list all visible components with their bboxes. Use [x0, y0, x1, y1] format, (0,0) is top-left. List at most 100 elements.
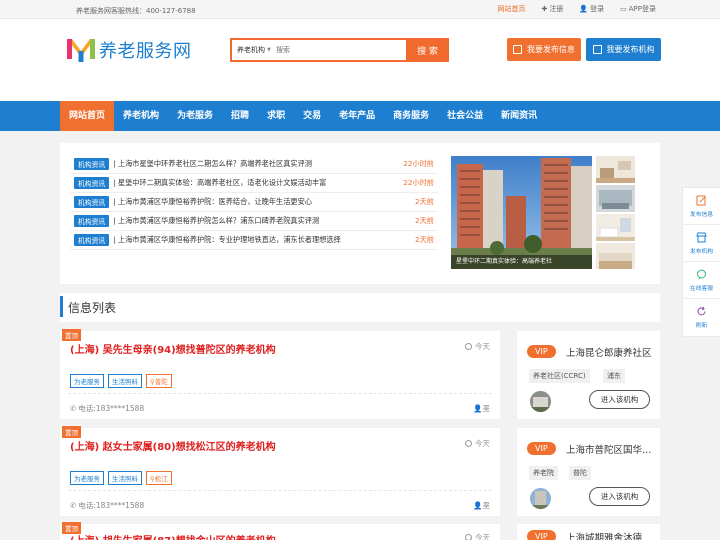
search-input[interactable] [276, 41, 394, 59]
listing-title[interactable]: (上海) 胡先生家属(87)想找金山区的养老机构 [70, 532, 276, 540]
hotline-text: 养老服务网客服热线：400-127-6788 [76, 7, 196, 15]
vip-org-card[interactable]: VIP 上海城期雅舍沐德 [517, 524, 660, 540]
pinned-badge: 置顶 [62, 329, 81, 341]
listing-card[interactable]: 置顶 (上海) 胡先生家属(87)想找金山区的养老机构 今天 [60, 522, 500, 540]
news-time: 22小时前 [403, 178, 434, 187]
search-bar: 养老机构 ▼ 搜 索 [230, 38, 449, 62]
info-list-header: 信息列表 [60, 293, 660, 322]
news-time: 2天前 [415, 235, 434, 244]
org-tag: 养老院 [529, 466, 558, 480]
gallery-thumb[interactable] [596, 185, 635, 212]
sidefloat-online-service[interactable]: 在线客服 [683, 262, 720, 299]
news-tag: 机构资讯 [74, 158, 110, 170]
search-category-select[interactable]: 养老机构 ▼ [232, 45, 276, 55]
listing-title[interactable]: (上海) 赵女士家属(80)想找松江区的养老机构 [70, 438, 276, 453]
nav-item-welfare[interactable]: 社会公益 [438, 101, 492, 131]
section-title: 信息列表 [68, 301, 117, 315]
top-links: 网站首页 ✚ 注册 👤 登录 ▭ APP登录 [498, 4, 656, 14]
news-item[interactable]: 机构资讯 | 上海市黄浦区华康恒裕养护院：医养结合，让晚年生活更安心 2天前 [70, 193, 438, 212]
vip-badge: VIP [527, 530, 556, 540]
news-time: 22小时前 [403, 159, 434, 168]
plus-icon: ✚ [541, 5, 548, 13]
gallery-thumb[interactable] [596, 243, 635, 269]
site-logo[interactable]: 养老服务网 [66, 37, 192, 63]
news-item[interactable]: 机构资讯 | 上海市星堡中环养老社区二期怎么样？高端养老社区真实评测 22小时前 [70, 155, 438, 174]
nav-item-business[interactable]: 商务服务 [384, 101, 438, 131]
publish-org-button[interactable]: 我要发布机构 [586, 38, 661, 61]
org-name[interactable]: 上海市普陀区国华… [566, 442, 652, 456]
logo-text: 养老服务网 [99, 41, 192, 62]
news-item[interactable]: 机构资讯 | 上海市黄浦区华康恒裕养护院：专业护理地铁直达，浦东长者理想选择 2… [70, 231, 438, 250]
vip-org-card[interactable]: VIP 上海昆仑郎康养社区 养老社区(CCRC) 浦东 进入该机构 [517, 331, 660, 419]
org-photo [530, 391, 551, 412]
top-link-app-login[interactable]: ▭ APP登录 [620, 4, 656, 14]
publish-info-label: 我要发布信息 [527, 45, 575, 54]
photo-caption: 星堡中环二期真实体验：高端养老社 [451, 255, 592, 269]
vip-org-card[interactable]: VIP 上海市普陀区国华… 养老院 普陀 进入该机构 [517, 428, 660, 516]
gallery-thumb[interactable] [596, 156, 635, 183]
gallery-thumb[interactable] [596, 214, 635, 241]
enter-org-button[interactable]: 进入该机构 [589, 390, 650, 409]
main-nav: 网站首页 养老机构 为老服务 招聘 求职 交易 老年产品 商务服务 社会公益 新… [0, 101, 720, 131]
phone-icon: ✆ [70, 501, 77, 510]
pinned-badge: 置顶 [62, 426, 81, 438]
news-time: 2天前 [415, 197, 434, 206]
nav-item-job-seek[interactable]: 求职 [258, 101, 294, 131]
shop-icon [592, 45, 602, 54]
vip-badge: VIP [527, 345, 556, 358]
nav-item-recruit[interactable]: 招聘 [222, 101, 258, 131]
org-photo [530, 488, 551, 509]
clock-icon [465, 440, 472, 447]
location-label: 松江 [154, 475, 168, 483]
nav-item-home[interactable]: 网站首页 [60, 101, 115, 131]
nav-item-institutions[interactable]: 养老机构 [114, 101, 168, 131]
org-name[interactable]: 上海昆仑郎康养社区 [566, 345, 652, 359]
listing-title[interactable]: (上海) 吴先生母亲(94)想找普陀区的养老机构 [70, 341, 276, 356]
clock-icon [465, 534, 472, 540]
org-avatar [530, 488, 551, 509]
sidefloat-publish-org[interactable]: 发布机构 [683, 225, 720, 262]
enter-org-button[interactable]: 进入该机构 [589, 487, 650, 506]
search-button[interactable]: 搜 索 [406, 38, 449, 62]
clock-icon [465, 343, 472, 350]
news-title: | 上海市黄浦区华康恒裕养护院怎么样？浦东口碑养老院真实评测 [113, 216, 320, 225]
hall-photo [596, 185, 635, 212]
app-login-label: APP登录 [628, 5, 656, 13]
phone-label: 电话:183****1588 [78, 501, 145, 510]
top-bar: 养老服务网客服热线：400-127-6788 网站首页 ✚ 注册 👤 登录 ▭ APP… [0, 0, 720, 19]
news-title: | 星堡中环二期真实体验：高端养老社区，适老化设计文娱活动丰富 [113, 178, 327, 187]
edit-icon [696, 195, 706, 205]
sidefloat-refresh[interactable]: 刷新 [683, 299, 720, 336]
publish-info-button[interactable]: 我要发布信息 [507, 38, 581, 61]
org-name[interactable]: 上海城期雅舍沐德 [566, 530, 642, 540]
person-label: 垩 [482, 501, 491, 510]
news-title: | 上海市星堡中环养老社区二期怎么样？高端养老社区真实评测 [113, 159, 312, 168]
nav-item-elder-services[interactable]: 为老服务 [168, 101, 222, 131]
sidefloat-publish-info[interactable]: 发布信息 [683, 188, 720, 225]
listing-person: 👤垩 [473, 403, 490, 414]
news-item[interactable]: 机构资讯 | 星堡中环二期真实体验：高端养老社区，适老化设计文娱活动丰富 22小… [70, 174, 438, 193]
listing-card[interactable]: 置顶 (上海) 赵女士家属(80)想找松江区的养老机构 今天 为老服务 生活照料… [60, 426, 500, 516]
header: 养老服务网 养老机构▼ 搜 索 我要发布信息 我要发布机构 [0, 19, 720, 101]
listing-time: 今天 [465, 532, 490, 540]
sidefloat-label: 发布机构 [689, 248, 714, 255]
laptop-icon: ▭ [620, 5, 627, 13]
top-link-register[interactable]: ✚ 注册 [542, 4, 564, 14]
phone-label: 电话:183****1588 [78, 404, 145, 413]
top-link-home[interactable]: 网站首页 [498, 4, 526, 14]
bedroom-photo [596, 214, 635, 241]
nav-item-trade[interactable]: 交易 [294, 101, 330, 131]
card-divider [68, 490, 492, 491]
sidefloat-label: 刷新 [695, 323, 708, 329]
nav-item-news[interactable]: 新闻资讯 [492, 101, 546, 131]
top-link-login[interactable]: 👤 登录 [579, 4, 604, 14]
news-item[interactable]: 机构资讯 | 上海市黄浦区华康恒裕养护院怎么样？浦东口碑养老院真实评测 2天前 [70, 212, 438, 231]
listing-card[interactable]: 置顶 (上海) 吴先生母亲(94)想找普陀区的养老机构 今天 为老服务 生活照料… [60, 329, 500, 419]
chevron-down-icon: ▼ [267, 47, 271, 53]
tag: 生活照料 [108, 374, 142, 388]
user-icon: 👤 [473, 501, 483, 510]
news-title: | 上海市黄浦区华康恒裕养护院：专业护理地铁直达，浦东长者理想选择 [113, 235, 341, 244]
news-tag: 机构资讯 [74, 234, 110, 246]
featured-photo[interactable]: 星堡中环二期真实体验：高端养老社 [451, 156, 592, 269]
nav-item-products[interactable]: 老年产品 [330, 101, 384, 131]
